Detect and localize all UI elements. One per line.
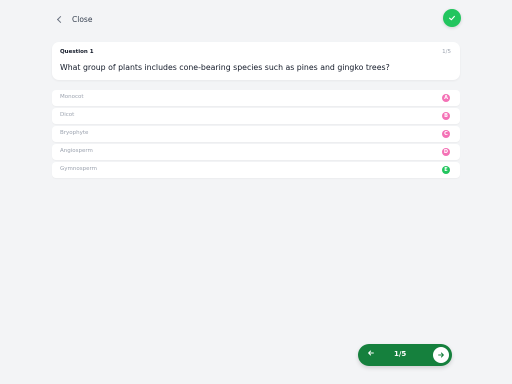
question-label: Question 1 bbox=[60, 49, 94, 55]
answer-option-badge: E bbox=[442, 166, 450, 174]
answer-option-c[interactable]: Bryophyte C bbox=[52, 126, 460, 142]
close-label: Close bbox=[72, 15, 93, 24]
answer-option-label: Monocot bbox=[60, 94, 84, 100]
arrow-right-icon bbox=[438, 352, 444, 358]
answer-option-badge: B bbox=[442, 112, 450, 120]
answer-option-label: Gymnosperm bbox=[60, 166, 97, 172]
arrow-left-icon bbox=[368, 350, 374, 356]
question-counter: 1/5 bbox=[442, 49, 451, 55]
previous-button[interactable] bbox=[364, 349, 378, 361]
chevron-left-icon bbox=[56, 15, 65, 24]
answer-option-label: Bryophyte bbox=[60, 130, 89, 136]
question-card: Question 1 1/5 What group of plants incl… bbox=[52, 42, 460, 80]
answer-option-a[interactable]: Monocot A bbox=[52, 90, 460, 106]
close-button[interactable]: Close bbox=[56, 15, 92, 24]
question-text: What group of plants includes cone-beari… bbox=[60, 63, 390, 72]
done-button[interactable] bbox=[443, 9, 461, 27]
question-pager: 1/5 bbox=[358, 344, 452, 366]
check-icon bbox=[449, 15, 455, 21]
answer-option-badge: A bbox=[442, 94, 450, 102]
answer-option-label: Angiosperm bbox=[60, 148, 93, 154]
answer-options-list: Monocot A Dicot B Bryophyte C Angiosperm… bbox=[52, 90, 460, 180]
answer-option-d[interactable]: Angiosperm D bbox=[52, 144, 460, 160]
next-button[interactable] bbox=[433, 347, 449, 363]
answer-option-badge: C bbox=[442, 130, 450, 138]
answer-option-label: Dicot bbox=[60, 112, 75, 118]
answer-option-e[interactable]: Gymnosperm E bbox=[52, 162, 460, 178]
page-indicator: 1/5 bbox=[394, 350, 407, 358]
answer-option-b[interactable]: Dicot B bbox=[52, 108, 460, 124]
answer-option-badge: D bbox=[442, 148, 450, 156]
